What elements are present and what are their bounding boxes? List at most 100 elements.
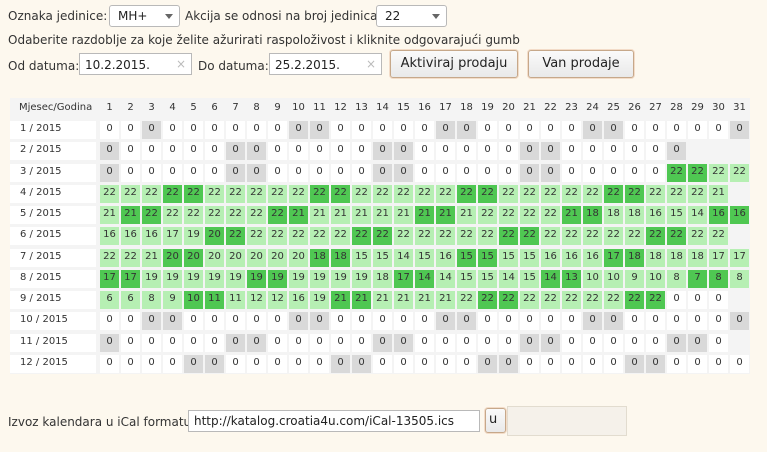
day-cell[interactable]: 22 bbox=[583, 227, 602, 246]
day-cell[interactable]: 0 bbox=[247, 121, 266, 139]
day-cell[interactable]: 7 bbox=[688, 269, 707, 288]
day-cell[interactable]: 22 bbox=[163, 206, 182, 224]
day-cell[interactable]: 0 bbox=[541, 354, 560, 373]
day-cell[interactable]: 11 bbox=[205, 291, 224, 309]
day-cell[interactable]: 0 bbox=[142, 354, 161, 373]
day-cell[interactable]: 0 bbox=[352, 163, 371, 182]
day-cell[interactable]: 22 bbox=[100, 184, 119, 203]
day-cell[interactable]: 0 bbox=[478, 121, 497, 139]
day-cell[interactable]: 21 bbox=[310, 206, 329, 224]
day-cell[interactable]: 14 bbox=[541, 269, 560, 288]
day-cell[interactable]: 18 bbox=[310, 248, 329, 267]
day-cell[interactable]: 22 bbox=[226, 227, 245, 246]
day-cell[interactable]: 0 bbox=[604, 354, 623, 373]
day-cell[interactable]: 0 bbox=[562, 312, 581, 331]
day-cell[interactable]: 0 bbox=[268, 354, 287, 373]
day-cell[interactable]: 0 bbox=[730, 121, 749, 139]
day-cell[interactable]: 19 bbox=[184, 227, 203, 246]
day-cell[interactable]: 22 bbox=[688, 163, 707, 182]
day-cell[interactable]: 0 bbox=[163, 354, 182, 373]
day-cell[interactable]: 0 bbox=[604, 333, 623, 352]
day-cell[interactable]: 22 bbox=[163, 184, 182, 203]
day-cell[interactable]: 22 bbox=[478, 227, 497, 246]
day-cell[interactable]: 12 bbox=[268, 291, 287, 309]
day-cell[interactable]: 0 bbox=[562, 142, 581, 161]
day-cell[interactable]: 21 bbox=[415, 291, 434, 309]
day-cell[interactable]: 22 bbox=[499, 206, 518, 224]
day-cell[interactable]: 0 bbox=[226, 354, 245, 373]
day-cell[interactable]: 22 bbox=[226, 184, 245, 203]
day-cell[interactable]: 0 bbox=[289, 312, 308, 331]
day-cell[interactable]: 12 bbox=[247, 291, 266, 309]
day-cell[interactable]: 0 bbox=[184, 312, 203, 331]
day-cell[interactable]: 17 bbox=[100, 269, 119, 288]
day-cell[interactable]: 21 bbox=[562, 206, 581, 224]
day-cell[interactable]: 22 bbox=[121, 248, 140, 267]
day-cell[interactable]: 16 bbox=[730, 206, 749, 224]
day-cell[interactable]: 0 bbox=[541, 163, 560, 182]
day-cell[interactable]: 22 bbox=[310, 227, 329, 246]
day-cell[interactable]: 0 bbox=[184, 163, 203, 182]
day-cell[interactable]: 0 bbox=[709, 291, 728, 309]
day-cell[interactable]: 0 bbox=[100, 121, 119, 139]
ical-export-button[interactable]: u bbox=[485, 408, 506, 433]
day-cell[interactable]: 0 bbox=[646, 333, 665, 352]
day-cell[interactable]: 0 bbox=[268, 142, 287, 161]
day-cell[interactable]: 0 bbox=[226, 163, 245, 182]
day-cell[interactable]: 22 bbox=[247, 206, 266, 224]
day-cell[interactable]: 0 bbox=[709, 354, 728, 373]
day-cell[interactable]: 19 bbox=[205, 269, 224, 288]
day-cell[interactable]: 0 bbox=[310, 163, 329, 182]
day-cell[interactable]: 0 bbox=[709, 121, 728, 139]
day-cell[interactable]: 0 bbox=[247, 312, 266, 331]
day-cell[interactable]: 0 bbox=[478, 333, 497, 352]
day-cell[interactable]: 0 bbox=[667, 142, 686, 161]
day-cell[interactable]: 0 bbox=[625, 121, 644, 139]
day-cell[interactable]: 0 bbox=[205, 354, 224, 373]
day-cell[interactable]: 15 bbox=[499, 248, 518, 267]
day-cell[interactable]: 0 bbox=[625, 354, 644, 373]
day-cell[interactable]: 0 bbox=[499, 354, 518, 373]
day-cell[interactable]: 0 bbox=[604, 121, 623, 139]
day-cell[interactable]: 0 bbox=[646, 354, 665, 373]
day-cell[interactable]: 22 bbox=[331, 227, 350, 246]
day-cell[interactable]: 21 bbox=[709, 184, 728, 203]
day-cell[interactable]: 16 bbox=[646, 206, 665, 224]
day-cell[interactable]: 22 bbox=[583, 184, 602, 203]
from-date-input[interactable]: 10.2.2015. × bbox=[79, 53, 192, 75]
day-cell[interactable]: 18 bbox=[583, 206, 602, 224]
day-cell[interactable]: 22 bbox=[268, 184, 287, 203]
day-cell[interactable]: 0 bbox=[457, 312, 476, 331]
day-cell[interactable]: 22 bbox=[289, 227, 308, 246]
day-cell[interactable]: 15 bbox=[478, 248, 497, 267]
day-cell[interactable]: 0 bbox=[415, 163, 434, 182]
day-cell[interactable]: 22 bbox=[478, 291, 497, 309]
day-cell[interactable]: 22 bbox=[604, 184, 623, 203]
day-cell[interactable]: 0 bbox=[163, 312, 182, 331]
day-cell[interactable]: 22 bbox=[457, 291, 476, 309]
day-cell[interactable]: 0 bbox=[436, 333, 455, 352]
day-cell[interactable]: 15 bbox=[478, 269, 497, 288]
day-cell[interactable]: 22 bbox=[415, 184, 434, 203]
day-cell[interactable]: 19 bbox=[352, 269, 371, 288]
day-cell[interactable]: 21 bbox=[331, 206, 350, 224]
day-cell[interactable]: 0 bbox=[415, 142, 434, 161]
day-cell[interactable]: 19 bbox=[331, 269, 350, 288]
day-cell[interactable]: 0 bbox=[184, 333, 203, 352]
day-cell[interactable]: 0 bbox=[520, 163, 539, 182]
day-cell[interactable]: 22 bbox=[520, 291, 539, 309]
day-cell[interactable]: 20 bbox=[205, 227, 224, 246]
ical-url-input[interactable]: http://katalog.croatia4u.com/iCal-13505.… bbox=[188, 410, 480, 432]
day-cell[interactable]: 16 bbox=[142, 227, 161, 246]
day-cell[interactable]: 22 bbox=[667, 184, 686, 203]
day-cell[interactable]: 22 bbox=[562, 227, 581, 246]
day-cell[interactable]: 22 bbox=[541, 184, 560, 203]
day-cell[interactable]: 21 bbox=[373, 291, 392, 309]
day-cell[interactable]: 0 bbox=[289, 354, 308, 373]
day-cell[interactable]: 0 bbox=[562, 163, 581, 182]
day-cell[interactable]: 22 bbox=[625, 227, 644, 246]
day-cell[interactable]: 0 bbox=[688, 291, 707, 309]
day-cell[interactable]: 19 bbox=[142, 269, 161, 288]
day-cell[interactable]: 0 bbox=[478, 142, 497, 161]
day-cell[interactable]: 0 bbox=[310, 333, 329, 352]
